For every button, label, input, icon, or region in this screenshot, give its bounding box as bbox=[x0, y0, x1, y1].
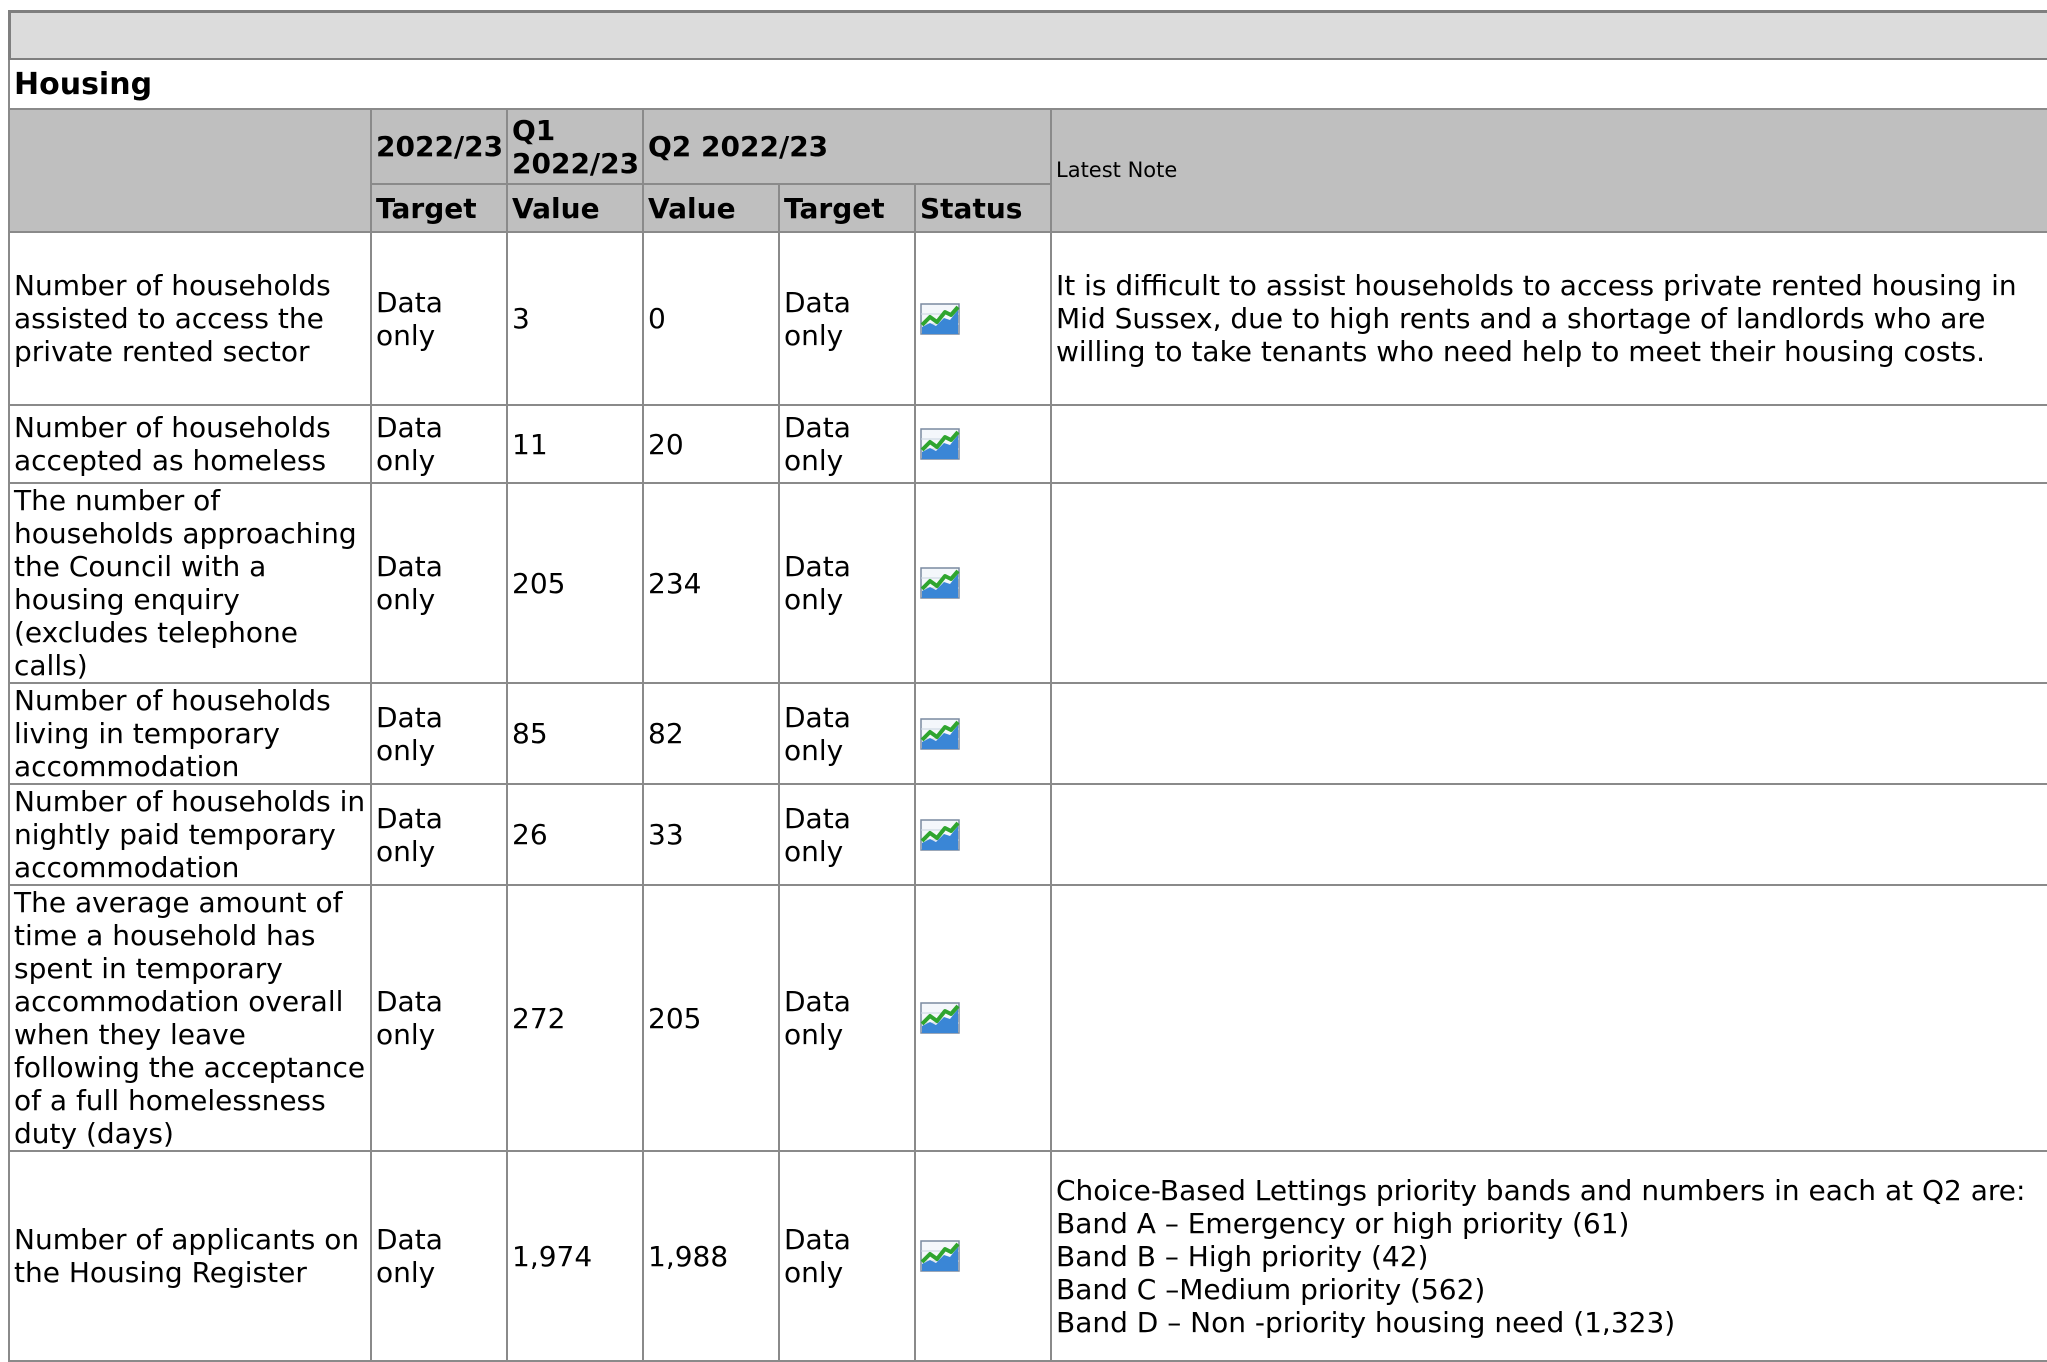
q2-value-cell: 234 bbox=[642, 482, 780, 684]
table-row: The average amount of time a household h… bbox=[8, 884, 2047, 1152]
trend-chart-icon[interactable] bbox=[920, 301, 962, 337]
status-cell bbox=[914, 884, 1052, 1152]
table-row: Number of households living in temporary… bbox=[8, 682, 2047, 785]
latest-note-cell: It is difficult to assist households to … bbox=[1049, 231, 2047, 406]
header-target: Target bbox=[370, 183, 508, 233]
q2-target-cell: Data only bbox=[778, 404, 916, 484]
q1-value-cell: 272 bbox=[506, 884, 644, 1152]
trend-chart-icon[interactable] bbox=[920, 716, 962, 752]
q2-value-cell: 1,988 bbox=[642, 1150, 780, 1362]
trend-chart-icon[interactable] bbox=[920, 817, 962, 853]
q2-target-cell: Data only bbox=[778, 783, 916, 886]
header-indicator bbox=[8, 108, 372, 233]
q1-value-cell: 85 bbox=[506, 682, 644, 785]
q2-value-cell: 82 bbox=[642, 682, 780, 785]
trend-chart-icon[interactable] bbox=[920, 1238, 962, 1274]
q1-value-cell: 26 bbox=[506, 783, 644, 886]
header-q1: Q1 2022/23 bbox=[506, 108, 644, 185]
target-2022-23-cell: Data only bbox=[370, 682, 508, 785]
status-cell bbox=[914, 1150, 1052, 1362]
top-bar bbox=[8, 10, 2047, 60]
target-2022-23-cell: Data only bbox=[370, 231, 508, 406]
q2-target-cell: Data only bbox=[778, 231, 916, 406]
q2-value-cell: 20 bbox=[642, 404, 780, 484]
indicator-name-cell: Number of households accepted as homeles… bbox=[8, 404, 372, 484]
status-cell bbox=[914, 482, 1052, 684]
indicator-name-cell: Number of applicants on the Housing Regi… bbox=[8, 1150, 372, 1362]
note-line: Band A – Emergency or high priority (61) bbox=[1056, 1206, 1630, 1240]
indicator-name-cell: Number of households assisted to access … bbox=[8, 231, 372, 406]
table-row: The number of households approaching the… bbox=[8, 482, 2047, 684]
q2-value-cell: 205 bbox=[642, 884, 780, 1152]
latest-note-cell bbox=[1049, 783, 2047, 886]
indicator-name-cell: Number of households living in temporary… bbox=[8, 682, 372, 785]
target-2022-23-cell: Data only bbox=[370, 482, 508, 684]
q1-value-cell: 1,974 bbox=[506, 1150, 644, 1362]
latest-note-cell bbox=[1049, 404, 2047, 484]
trend-chart-icon[interactable] bbox=[920, 565, 962, 601]
header-latest-note: Latest Note bbox=[1049, 108, 2047, 233]
indicator-name-cell: The average amount of time a household h… bbox=[8, 884, 372, 1152]
note-line: It is difficult to assist households to … bbox=[1056, 269, 2017, 368]
table-row: Number of households assisted to access … bbox=[8, 231, 2047, 406]
latest-note-cell: Choice-Based Lettings priority bands and… bbox=[1049, 1150, 2047, 1362]
header-q2-value: Value bbox=[642, 183, 780, 233]
header-2022-23: 2022/23 bbox=[370, 108, 508, 185]
header-q2: Q2 2022/23 bbox=[642, 108, 1052, 185]
housing-table: Housing 2022/23 Q1 2022/23 Q2 2022/23 La… bbox=[7, 60, 2047, 1362]
target-2022-23-cell: Data only bbox=[370, 1150, 508, 1362]
status-cell bbox=[914, 682, 1052, 785]
header-q2-target: Target bbox=[778, 183, 916, 233]
note-line: Band D – Non -priority housing need (1,3… bbox=[1056, 1305, 1676, 1339]
header-status: Status bbox=[914, 183, 1052, 233]
report-frame: Housing 2022/23 Q1 2022/23 Q2 2022/23 La… bbox=[7, 10, 2047, 1362]
table-body: Number of households assisted to access … bbox=[8, 231, 2047, 1362]
note-line: Choice-Based Lettings priority bands and… bbox=[1056, 1173, 2026, 1207]
target-2022-23-cell: Data only bbox=[370, 783, 508, 886]
q2-target-cell: Data only bbox=[778, 1150, 916, 1362]
latest-note-cell bbox=[1049, 482, 2047, 684]
q2-value-cell: 0 bbox=[642, 231, 780, 406]
status-cell bbox=[914, 404, 1052, 484]
latest-note-cell bbox=[1049, 682, 2047, 785]
table-row: Number of applicants on the Housing Regi… bbox=[8, 1150, 2047, 1362]
indicator-name-cell: The number of households approaching the… bbox=[8, 482, 372, 684]
header-q1-value: Value bbox=[506, 183, 644, 233]
q2-target-cell: Data only bbox=[778, 884, 916, 1152]
status-cell bbox=[914, 783, 1052, 886]
target-2022-23-cell: Data only bbox=[370, 884, 508, 1152]
latest-note-cell bbox=[1049, 884, 2047, 1152]
q1-value-cell: 3 bbox=[506, 231, 644, 406]
trend-chart-icon[interactable] bbox=[920, 1000, 962, 1036]
note-line: Band C –Medium priority (562) bbox=[1056, 1272, 1486, 1306]
note-line: Band B – High priority (42) bbox=[1056, 1239, 1429, 1273]
q1-value-cell: 11 bbox=[506, 404, 644, 484]
table-row: Number of households in nightly paid tem… bbox=[8, 783, 2047, 886]
table-row: Number of households accepted as homeles… bbox=[8, 404, 2047, 484]
q2-target-cell: Data only bbox=[778, 482, 916, 684]
target-2022-23-cell: Data only bbox=[370, 404, 508, 484]
indicator-name-cell: Number of households in nightly paid tem… bbox=[8, 783, 372, 886]
q1-value-cell: 205 bbox=[506, 482, 644, 684]
section-title: Housing bbox=[7, 60, 2047, 110]
status-cell bbox=[914, 231, 1052, 406]
q2-value-cell: 33 bbox=[642, 783, 780, 886]
trend-chart-icon[interactable] bbox=[920, 426, 962, 462]
q2-target-cell: Data only bbox=[778, 682, 916, 785]
